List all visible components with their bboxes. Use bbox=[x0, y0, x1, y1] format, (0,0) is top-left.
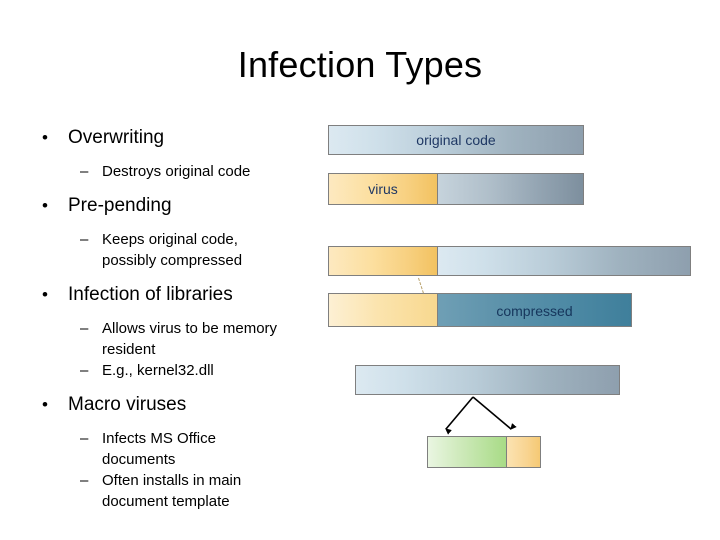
page-title: Infection Types bbox=[237, 44, 483, 85]
list-item: • Macro viruses bbox=[30, 393, 330, 417]
list-item-label: document template bbox=[102, 493, 230, 510]
list-item-label: E.g., kernel32.dll bbox=[102, 362, 214, 379]
list-item-label: Allows virus to be memory bbox=[102, 320, 278, 337]
list-item: • Overwriting bbox=[30, 126, 330, 150]
list-item: possibly compressed bbox=[30, 251, 330, 270]
arrow-group bbox=[445, 396, 517, 435]
list-item: resident bbox=[30, 340, 330, 359]
bullet-marker: • bbox=[42, 196, 48, 215]
list-item-label: possibly compressed bbox=[102, 252, 243, 269]
list-item-label: Infection of libraries bbox=[68, 284, 233, 305]
list-item-label: Pre-pending bbox=[68, 195, 172, 216]
list-item: – Infects MS Office bbox=[30, 429, 330, 448]
list-item-label: Often installs in main bbox=[102, 472, 242, 489]
arrow-right-icon bbox=[472, 396, 517, 430]
bullet-marker: – bbox=[80, 472, 89, 489]
list-item-label: Macro viruses bbox=[68, 394, 187, 415]
bullet-marker: – bbox=[80, 231, 89, 248]
list-item: • Pre-pending bbox=[30, 194, 330, 218]
list-item: • Infection of libraries bbox=[30, 283, 330, 307]
list-item: documents bbox=[30, 450, 330, 469]
bullet-list: • Overwriting – Destroys original code •… bbox=[30, 126, 330, 513]
slide: Infection Types • Overwriting – Destroys… bbox=[0, 0, 720, 540]
list-item-label: Destroys original code bbox=[102, 163, 251, 180]
infection-diagram: original code virus compressed bbox=[325, 118, 710, 488]
list-item: – Destroys original code bbox=[30, 162, 330, 181]
bullet-marker: • bbox=[42, 395, 48, 414]
bullet-marker: • bbox=[42, 128, 48, 147]
list-item-label: Infects MS Office bbox=[102, 430, 216, 447]
bullet-marker: – bbox=[80, 320, 89, 337]
list-item: – Often installs in main bbox=[30, 471, 330, 490]
list-item: – Allows virus to be memory bbox=[30, 319, 330, 338]
list-item-label: documents bbox=[102, 451, 176, 468]
list-item-label: resident bbox=[102, 341, 156, 358]
list-item: – E.g., kernel32.dll bbox=[30, 361, 330, 380]
list-item-label: Keeps original code, bbox=[102, 231, 238, 248]
list-item: – Keeps original code, bbox=[30, 230, 330, 249]
list-item-label: Overwriting bbox=[68, 127, 165, 148]
bullet-marker: – bbox=[80, 430, 89, 447]
arrow-left-icon bbox=[445, 396, 474, 435]
list-item: document template bbox=[30, 492, 330, 511]
bullet-marker: – bbox=[80, 362, 89, 379]
bullet-marker: – bbox=[80, 163, 89, 180]
bullet-marker: • bbox=[42, 285, 48, 304]
